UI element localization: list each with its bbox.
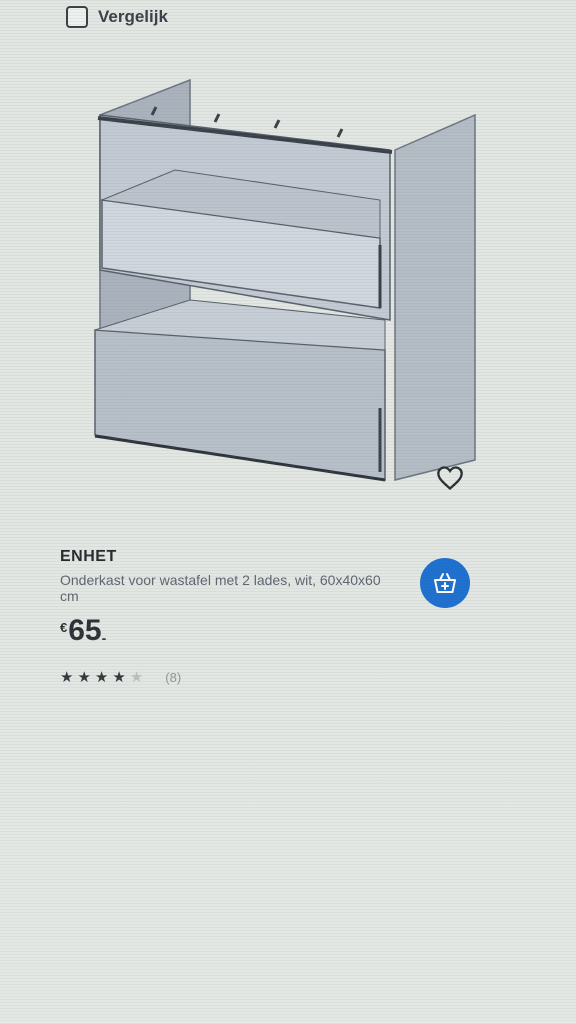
star-icon: ★ xyxy=(77,669,91,686)
compare-label: Vergelijk xyxy=(98,7,168,26)
product-price: € 65 - xyxy=(60,614,400,647)
product-description[interactable]: Onderkast voor wastafel met 2 lades, wit… xyxy=(60,572,390,604)
product-image[interactable] xyxy=(80,70,480,490)
price-suffix: - xyxy=(101,630,107,646)
heart-icon[interactable] xyxy=(436,465,464,491)
price-currency: € xyxy=(60,620,68,635)
star-icon: ★ xyxy=(94,669,109,686)
star-empty-icon: ★ xyxy=(129,669,144,686)
price-amount: 65 xyxy=(68,614,102,647)
product-name[interactable]: ENHET xyxy=(60,548,400,566)
review-count: (8) xyxy=(165,669,182,685)
star-icon: ★ xyxy=(112,669,126,686)
compare-checkbox[interactable] xyxy=(66,6,88,28)
rating[interactable]: ★ ★ ★ ★ ★ (8) xyxy=(60,668,400,686)
product-info: ENHET Onderkast voor wastafel met 2 lade… xyxy=(60,548,400,686)
star-icon: ★ xyxy=(60,669,74,686)
compare-toggle[interactable]: Vergelijk xyxy=(66,6,168,28)
add-to-cart-button[interactable] xyxy=(420,558,470,608)
add-to-cart-icon xyxy=(434,573,456,593)
